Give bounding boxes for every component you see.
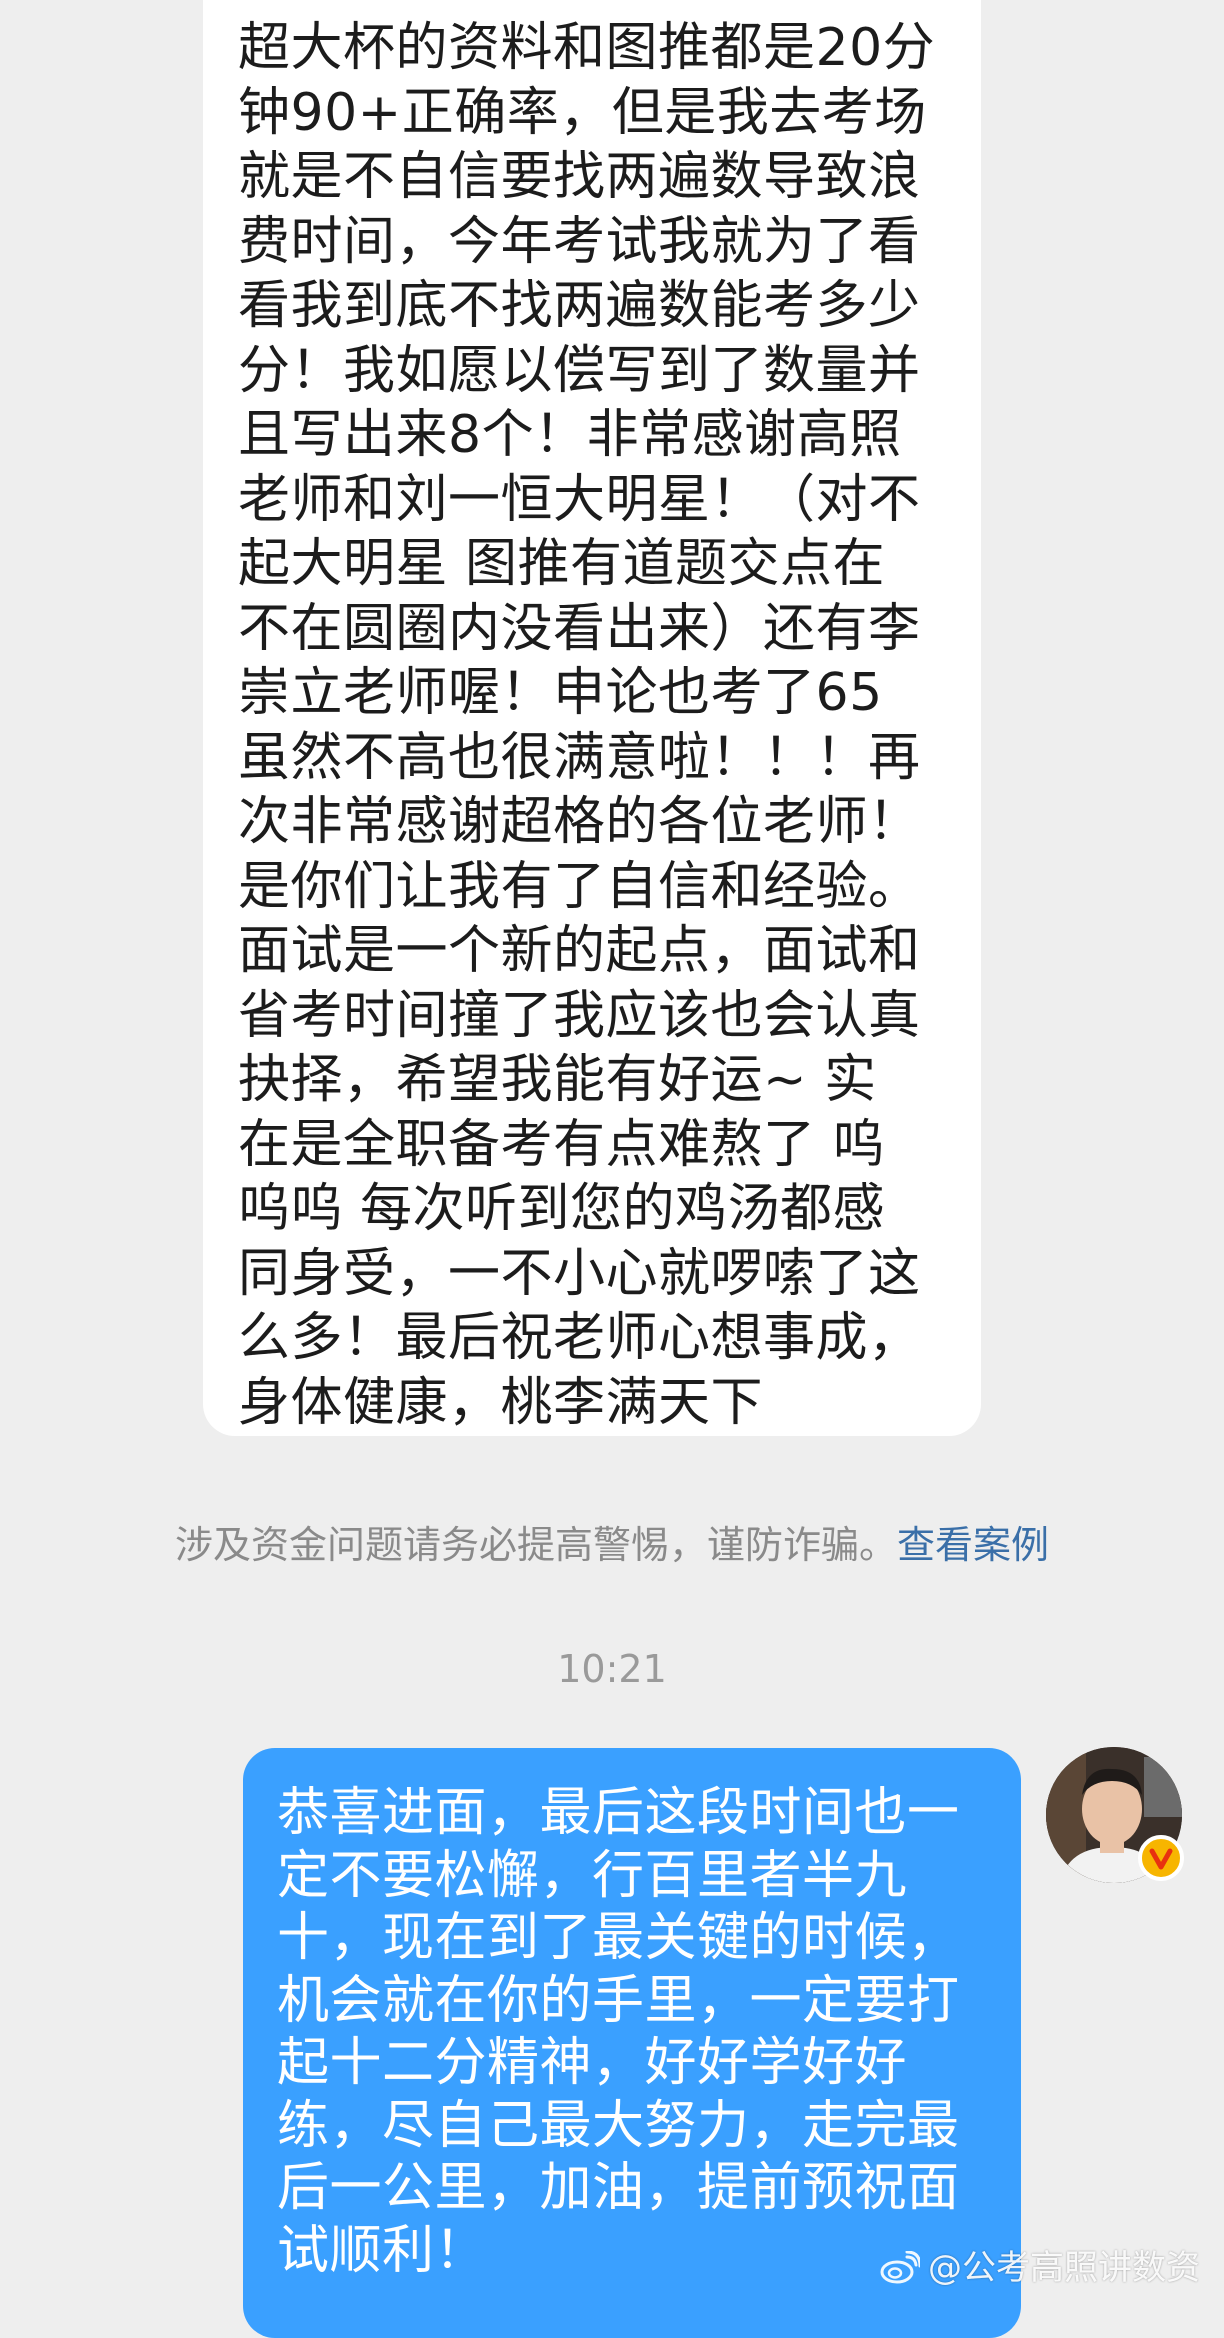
verified-v-icon xyxy=(1149,1848,1173,1870)
verified-badge xyxy=(1138,1835,1184,1881)
view-cases-link[interactable]: 查看案例 xyxy=(897,1523,1049,1567)
avatar[interactable] xyxy=(1046,1747,1184,1883)
weibo-icon xyxy=(880,2251,920,2284)
watermark: @公考高照讲数资 xyxy=(880,2246,1200,2290)
security-notice: 涉及资金问题请务必提高警惕，谨防诈骗。查看案例 xyxy=(0,1515,1224,1575)
watermark-text: @公考高照讲数资 xyxy=(928,2248,1200,2288)
chat-conversation: 超大杯的资料和图推都是20分 钟90+正确率，但是我去考场 就是不自信要找两遍数… xyxy=(0,0,1224,2338)
incoming-message-text: 超大杯的资料和图推都是20分 钟90+正确率，但是我去考场 就是不自信要找两遍数… xyxy=(238,18,936,1433)
message-timestamp: 10:21 xyxy=(557,1647,667,1691)
incoming-message-bubble[interactable]: 超大杯的资料和图推都是20分 钟90+正确率，但是我去考场 就是不自信要找两遍数… xyxy=(203,0,981,1436)
outgoing-message-text: 恭喜进面，最后这段时间也一 定不要松懈，行百里者半九 十，现在到了最关键的时候，… xyxy=(277,1783,960,2281)
security-notice-text: 涉及资金问题请务必提高警惕，谨防诈骗。 xyxy=(174,1523,897,1567)
